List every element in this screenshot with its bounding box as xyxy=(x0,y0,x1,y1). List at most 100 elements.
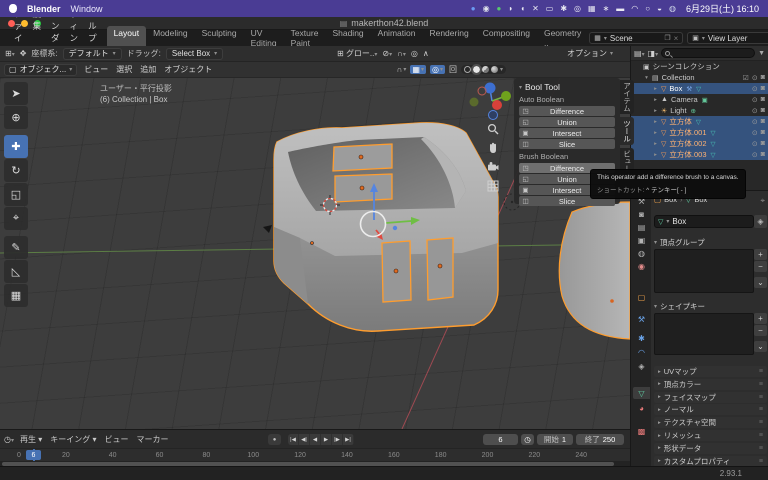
drag-handle-icon[interactable]: ≡ xyxy=(759,381,763,388)
proportional-falloff-dropdown[interactable]: ∧ xyxy=(423,49,429,58)
material-shading-button[interactable] xyxy=(481,66,489,73)
timeline-menu-1[interactable]: 再生 ▾ xyxy=(16,434,46,445)
cut-icon[interactable]: ✕ xyxy=(532,4,539,13)
bluetooth-icon[interactable]: ∗ xyxy=(603,4,610,13)
drag-handle-icon[interactable]: ≡ xyxy=(759,368,763,375)
bool-tool-panel-header[interactable]: ▾ Bool Tool xyxy=(519,82,615,92)
add-cube-tool-button[interactable]: ▦ xyxy=(4,284,28,307)
settings-icon[interactable]: ✱ xyxy=(560,4,567,13)
measure-tool-button[interactable]: ◺ xyxy=(4,260,28,283)
new-scene-icon[interactable]: ❐ xyxy=(664,34,670,42)
outliner-row-object-cube-002[interactable]: ▸ ▽ 立方体.002 ▽ ⊙ ◙ xyxy=(631,138,768,149)
disable-render-icon[interactable]: ◙ xyxy=(761,107,765,115)
panel-6-header[interactable]: ▸ リメッシュ ≡ xyxy=(654,430,767,441)
mode-dropdown[interactable]: ▢ オブジェク... ▾ xyxy=(4,63,78,76)
orientation-dropdown[interactable]: デフォルト ▾ xyxy=(62,47,122,60)
properties-tab-object[interactable]: ▢ xyxy=(633,291,650,303)
outliner-row-object-cube-001[interactable]: ▸ ▽ 立方体.001 ▽ ⊙ ◙ xyxy=(631,127,768,138)
expander-icon[interactable]: ▸ xyxy=(652,108,659,114)
auto-keying-record-button[interactable]: ● xyxy=(268,434,281,445)
add-vertex-group-button[interactable]: + xyxy=(754,249,767,260)
transform-orientation-dropdown[interactable]: ⊞ グロー..▾ xyxy=(337,48,377,59)
properties-tab-render[interactable]: ◙ xyxy=(633,208,650,220)
outliner-row-object-box[interactable]: ▸ ▽ Box ⚒ ▽ ⊙ ◙ xyxy=(631,83,768,94)
hide-eye-icon[interactable]: ⊙ xyxy=(752,74,758,82)
select-box-tool-button[interactable]: ➤ xyxy=(4,82,28,105)
unlink-scene-icon[interactable]: × xyxy=(674,34,679,43)
menubar-app-name[interactable]: Blender xyxy=(27,4,61,14)
options-dropdown[interactable]: オプション ▾ xyxy=(567,48,613,59)
properties-tab-view-layer[interactable]: ▣ xyxy=(633,234,650,246)
jump-to-start-button[interactable]: |◀ xyxy=(288,434,299,445)
shape-keys-list[interactable] xyxy=(654,313,754,355)
sidebar-tab-1[interactable]: アイテム xyxy=(620,80,634,114)
vertex-groups-header[interactable]: ▾ 頂点グループ xyxy=(654,237,705,248)
next-keyframe-button[interactable]: |▶ xyxy=(332,434,343,445)
outliner-filter-dropdown[interactable]: ◨▾ xyxy=(648,49,659,58)
volume-icon[interactable]: ◖ xyxy=(520,4,525,13)
outliner-row-object-camera[interactable]: ▸ ▲ Camera ▣ ⊙ ◙ xyxy=(631,94,768,105)
cursor-tool-button[interactable]: ⊕ xyxy=(4,106,28,129)
outliner-row-object-light[interactable]: ▸ ☀ Light ⊕ ⊙ ◙ xyxy=(631,105,768,116)
hide-eye-icon[interactable]: ⊙ xyxy=(752,118,758,126)
view-layer-selector[interactable]: ▣ ▾ View Layer ❐ × xyxy=(687,32,768,44)
disable-render-icon[interactable]: ◙ xyxy=(761,96,765,104)
disable-render-icon[interactable]: ◙ xyxy=(761,85,765,93)
add-shape-key-button[interactable]: + xyxy=(754,313,767,324)
outliner-search-input[interactable] xyxy=(661,48,756,58)
auto-difference-button[interactable]: ◳ Difference xyxy=(519,106,615,116)
drag-handle-icon[interactable]: ≡ xyxy=(759,406,763,413)
properties-tab-scene[interactable]: ◍ xyxy=(633,247,650,259)
expander-icon[interactable]: ▸ xyxy=(652,86,659,92)
battery-icon[interactable]: ▬ xyxy=(616,4,624,13)
auto-slice-button[interactable]: ◫ Slice xyxy=(519,139,615,149)
rendered-shading-button[interactable] xyxy=(490,66,498,73)
apple-logo-icon[interactable] xyxy=(9,4,17,13)
panel-8-header[interactable]: ▸ カスタムプロパティ ≡ xyxy=(654,455,767,467)
sidebar-tab-2[interactable]: ツール xyxy=(620,117,634,145)
hide-eye-icon[interactable]: ⊙ xyxy=(752,151,758,159)
disable-render-icon[interactable]: ◙ xyxy=(761,151,765,159)
panel-3-header[interactable]: ▸ フェイスマップ ≡ xyxy=(654,391,767,403)
active-tool-icon[interactable]: ⊞▾ xyxy=(5,49,15,58)
hide-eye-icon[interactable]: ⊙ xyxy=(752,107,758,115)
gizmos-dropdown[interactable]: ▦ ▾ xyxy=(410,65,426,74)
user-icon[interactable]: ◍ xyxy=(669,4,676,13)
app-icon-camera[interactable]: ◉ xyxy=(483,4,490,13)
disable-render-icon[interactable]: ◙ xyxy=(761,118,765,126)
viewport-menu-3[interactable]: 追加 xyxy=(136,64,160,75)
outliner-display-mode-dropdown[interactable]: ▤▾ xyxy=(634,49,645,58)
properties-tab-material[interactable]: ◕ xyxy=(633,402,650,414)
datablock-name-field[interactable]: ▽ ▾ Box xyxy=(654,215,754,228)
play-reverse-button[interactable]: ◀ xyxy=(310,434,321,445)
viewport-menu-1[interactable]: ビュー xyxy=(80,64,112,75)
prev-keyframe-button[interactable]: ◀| xyxy=(299,434,310,445)
expander-icon[interactable]: ▾ xyxy=(643,75,650,81)
snap-magnet-icon[interactable]: ∩▾ xyxy=(397,49,406,58)
drag-handle-icon[interactable]: ≡ xyxy=(759,419,763,426)
expander-icon[interactable]: ▸ xyxy=(652,141,659,147)
panel-5-header[interactable]: ▸ テクスチャ空間 ≡ xyxy=(654,417,767,429)
vertex-groups-list[interactable] xyxy=(654,249,754,293)
camera-view-icon[interactable] xyxy=(486,160,499,173)
jump-to-end-button[interactable]: ▶| xyxy=(343,434,354,445)
viewport-menu-4[interactable]: オブジェクト xyxy=(160,64,216,75)
expander-icon[interactable]: ▸ xyxy=(652,130,659,136)
drag-dropdown[interactable]: Select Box ▾ xyxy=(165,47,224,60)
menubar-menu-window[interactable]: Window xyxy=(71,4,103,14)
vertex-group-specials-button[interactable]: ⌄ xyxy=(754,277,767,288)
auto-union-button[interactable]: ◱ Union xyxy=(519,117,615,127)
current-frame-field[interactable]: 6 xyxy=(483,434,518,445)
pivot-point-dropdown[interactable]: ⊘▾ xyxy=(382,49,392,58)
viewport-menu-2[interactable]: 選択 xyxy=(112,64,136,75)
pan-hand-icon[interactable] xyxy=(486,141,499,154)
drag-handle-icon[interactable]: ≡ xyxy=(759,458,763,465)
hide-eye-icon[interactable]: ⊙ xyxy=(752,96,758,104)
hide-eye-icon[interactable]: ⊙ xyxy=(752,140,758,148)
disc-icon[interactable]: ◎ xyxy=(574,4,581,13)
properties-tab-output[interactable]: ▤ xyxy=(633,221,650,233)
hide-eye-icon[interactable]: ⊙ xyxy=(752,85,758,93)
transform-tool-button[interactable]: ⌖ xyxy=(4,207,28,230)
panel-4-header[interactable]: ▸ ノーマル ≡ xyxy=(654,404,767,416)
proportional-editing-icon[interactable]: ◎ xyxy=(411,49,418,58)
